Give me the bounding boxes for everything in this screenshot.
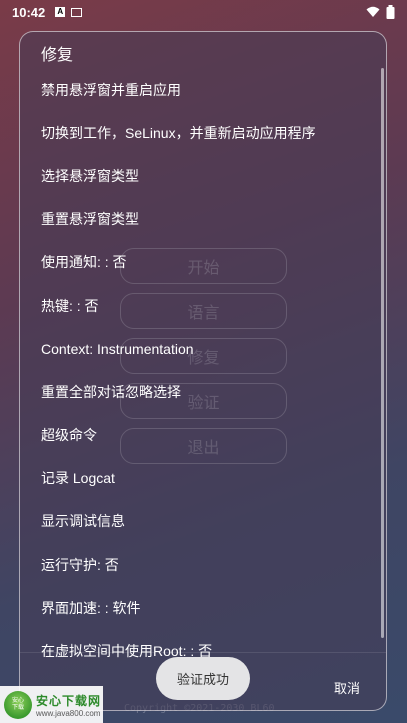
- dialog-scrollbar[interactable]: [381, 68, 384, 638]
- screenshot-icon: [71, 7, 83, 17]
- watermark-logo: 安心 下载 安心下载网 www.java800.com: [0, 686, 103, 723]
- repair-dialog: 修复 禁用悬浮窗并重启应用 切换到工作，SeLinux，并重新启动应用程序 选择…: [19, 31, 387, 711]
- status-time: 10:42: [12, 4, 46, 20]
- menu-item-context[interactable]: Context: Instrumentation: [20, 327, 382, 370]
- repair-menu-list: 禁用悬浮窗并重启应用 切换到工作，SeLinux，并重新启动应用程序 选择悬浮窗…: [20, 68, 382, 673]
- menu-item-ui-acceleration[interactable]: 界面加速: : 软件: [20, 586, 382, 629]
- menu-item-hotkey[interactable]: 热键: : 否: [20, 284, 382, 327]
- menu-item-select-float-type[interactable]: 选择悬浮窗类型: [20, 154, 382, 197]
- menu-item-super-command[interactable]: 超级命令: [20, 414, 382, 457]
- watermark-emblem-icon: 安心 下载: [4, 690, 32, 719]
- menu-item-reset-dialog-ignore[interactable]: 重置全部对话忽略选择: [20, 370, 382, 413]
- battery-icon: [386, 5, 395, 19]
- status-bar: 10:42 A: [0, 0, 407, 24]
- menu-item-run-guard[interactable]: 运行守护: 否: [20, 543, 382, 586]
- dialog-divider: [20, 652, 386, 653]
- dialog-title: 修复: [41, 47, 74, 64]
- toast-message: 验证成功: [156, 657, 250, 700]
- menu-item-reset-float-type[interactable]: 重置悬浮窗类型: [20, 198, 382, 241]
- menu-item-switch-work-selinux[interactable]: 切换到工作，SeLinux，并重新启动应用程序: [20, 111, 382, 154]
- menu-item-show-debug-info[interactable]: 显示调试信息: [20, 500, 382, 543]
- cancel-button[interactable]: 取消: [334, 678, 360, 697]
- menu-item-disable-float-restart[interactable]: 禁用悬浮窗并重启应用: [20, 68, 382, 111]
- watermark-name: 安心下载网: [36, 693, 102, 708]
- wifi-icon: [366, 6, 380, 17]
- watermark-url: www.java800.com: [36, 708, 101, 718]
- notification-a-icon: A: [55, 7, 66, 17]
- menu-item-use-notification[interactable]: 使用通知: : 否: [20, 241, 382, 284]
- menu-item-record-logcat[interactable]: 记录 Logcat: [20, 457, 382, 500]
